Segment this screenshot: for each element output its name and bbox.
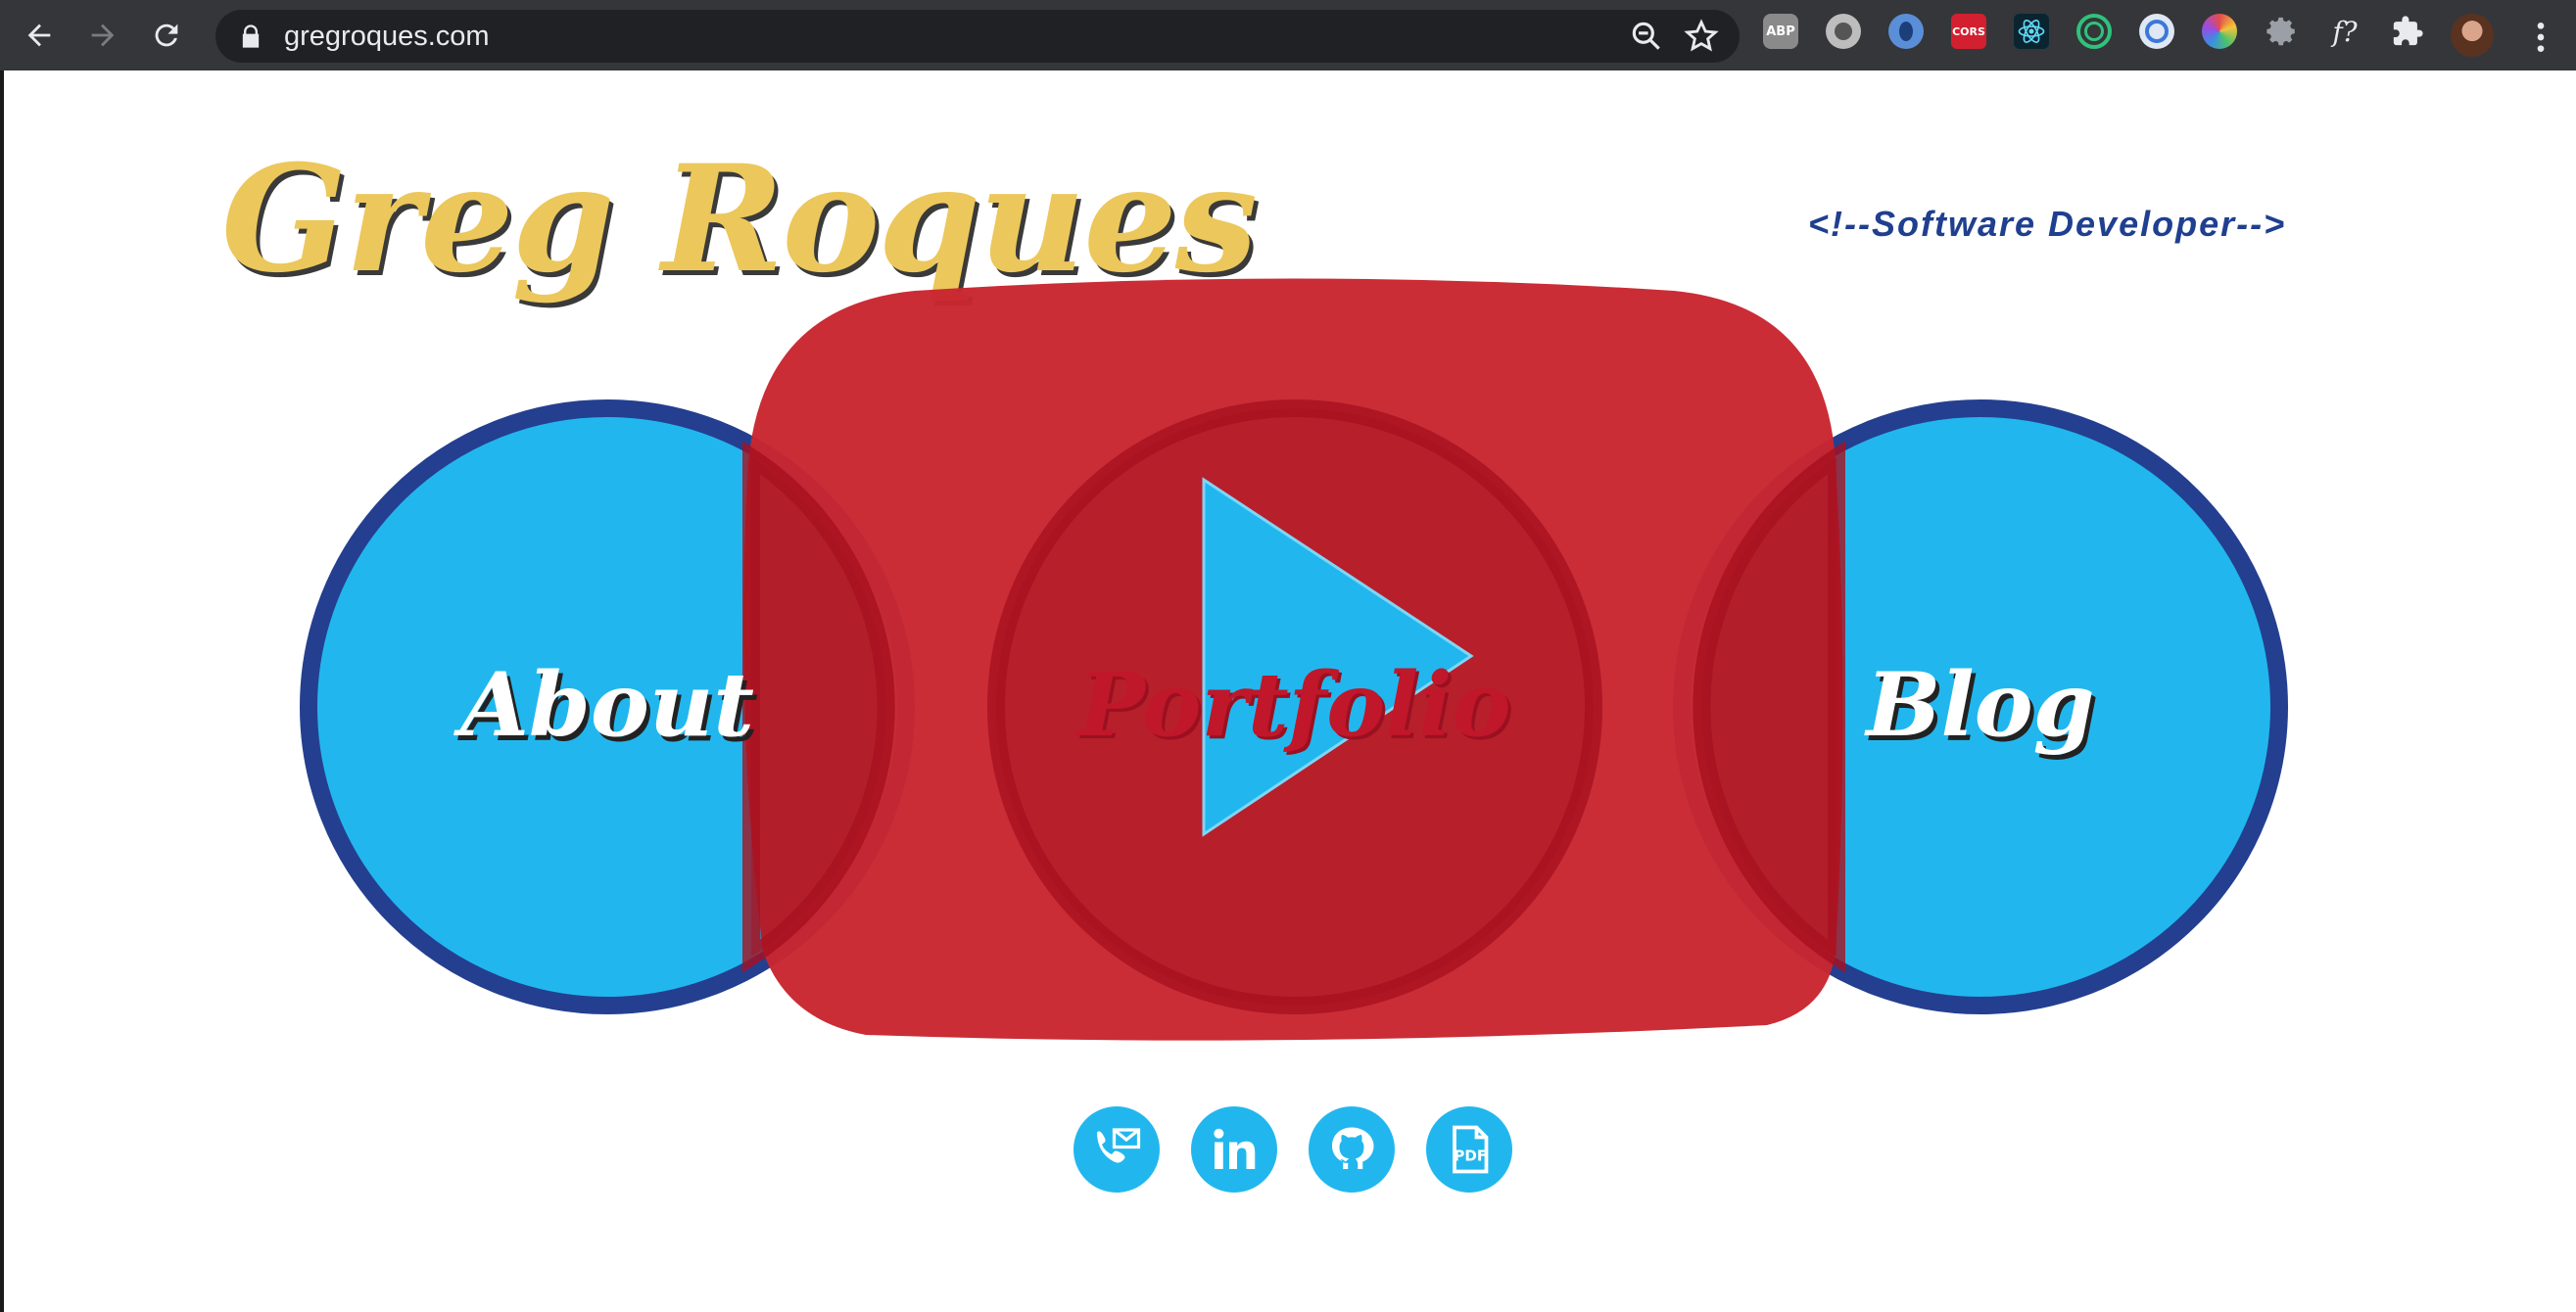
font-extension-icon[interactable]: f?	[2327, 14, 2362, 49]
back-button[interactable]	[15, 11, 64, 60]
drop-extension-icon[interactable]	[1888, 14, 1924, 49]
react-devtools-icon[interactable]	[2014, 14, 2049, 49]
profile-avatar[interactable]	[2451, 14, 2494, 57]
circle-extension-icon[interactable]	[1826, 14, 1861, 49]
browser-toolbar: gregroques.com ABP CORS f?	[0, 0, 2576, 70]
page-content: Greg Roques <!--Software Developer--> Ab…	[0, 70, 2576, 1312]
lock-icon	[242, 24, 260, 48]
about-link[interactable]: About	[460, 653, 754, 757]
pdf-icon: PDF	[1453, 1125, 1489, 1174]
zoom-icon[interactable]	[1628, 18, 1665, 55]
adblock-icon[interactable]: ABP	[1763, 14, 1798, 49]
phone-email-icon	[1097, 1128, 1141, 1163]
cursor-extension-icon[interactable]	[2139, 14, 2174, 49]
reload-icon	[155, 23, 178, 47]
color-wheel-extension-icon[interactable]	[2202, 14, 2237, 49]
blog-link[interactable]: Blog	[1866, 653, 2094, 757]
github-button[interactable]	[1309, 1106, 1395, 1193]
reload-button[interactable]	[142, 11, 191, 60]
bookmark-star-icon[interactable]	[1683, 18, 1720, 55]
portfolio-link[interactable]: Portfolio	[1078, 653, 1510, 757]
back-arrow-icon	[27, 23, 51, 47]
contact-button[interactable]	[1073, 1106, 1160, 1193]
linkedin-icon	[1214, 1128, 1256, 1169]
more-menu-icon[interactable]	[2521, 18, 2560, 57]
resume-pdf-button[interactable]: PDF	[1426, 1106, 1512, 1193]
linkedin-button[interactable]	[1191, 1106, 1277, 1193]
url-text: gregroques.com	[284, 20, 490, 52]
svg-text:PDF: PDF	[1454, 1147, 1487, 1164]
forward-arrow-icon	[91, 23, 115, 47]
github-icon	[1332, 1127, 1374, 1169]
forward-button[interactable]	[78, 11, 127, 60]
gear-extension-icon[interactable]	[2265, 14, 2300, 49]
target-extension-icon[interactable]	[2076, 14, 2112, 49]
extensions-bar: ABP CORS f?	[1763, 14, 2425, 49]
cors-extension-icon[interactable]: CORS	[1951, 14, 1986, 49]
puzzle-icon[interactable]	[2390, 14, 2425, 49]
address-bar[interactable]: gregroques.com	[215, 10, 1740, 63]
social-links: PDF	[1073, 1106, 1512, 1193]
